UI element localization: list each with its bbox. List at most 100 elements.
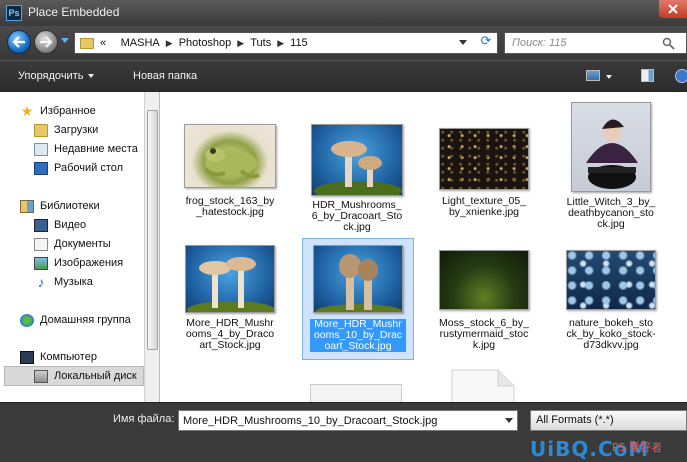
frog-image (203, 148, 260, 179)
arrow-left-icon (12, 36, 25, 48)
watermark-subtext: PS 爱好者 (612, 441, 663, 454)
close-icon (668, 4, 678, 14)
nav-item-label: Музыка (54, 276, 93, 288)
search-icon (662, 37, 675, 50)
chevron-down-icon[interactable] (606, 75, 612, 79)
file-tile-little-witch[interactable]: Little_Witch_3_by_ deathbycanon_sto ck.jpg (555, 92, 667, 230)
local-disk-icon (34, 369, 48, 383)
organize-label: Упорядочить (18, 70, 84, 82)
nav-item-local-disk[interactable]: Локальный диск (34, 367, 137, 385)
nav-item-computer[interactable]: Компьютер (20, 348, 97, 366)
nav-item-downloads[interactable]: Загрузки (34, 121, 98, 139)
file-name: More_HDR_Mushr ooms_4_by_Draco art_Stock.j… (185, 317, 275, 351)
window-title: Place Embedded (28, 5, 120, 19)
downloads-folder-icon (34, 123, 48, 137)
video-icon (34, 218, 48, 232)
file-thumbnail (184, 124, 276, 188)
recent-places-icon (34, 142, 48, 156)
refresh-icon: ⟳ (480, 34, 492, 49)
preview-pane-icon[interactable] (641, 69, 654, 82)
nav-item-label: Недавние места (54, 143, 138, 155)
file-thumbnail (439, 250, 529, 310)
forward-button[interactable] (34, 30, 58, 54)
organize-button[interactable]: Упорядочить (18, 70, 95, 82)
documents-icon (34, 237, 48, 251)
file-thumbnail (566, 250, 656, 310)
chevron-down-icon (88, 74, 95, 79)
chevron-right-icon[interactable]: ▶ (166, 38, 173, 49)
refresh-button[interactable]: ⟳ (478, 34, 494, 50)
nav-item-desktop[interactable]: Рабочий стол (34, 159, 123, 177)
file-tile-moss-stock[interactable]: Moss_stock_6_by_ rustymermaid_stoc k.jpg (428, 240, 540, 370)
desktop-icon (34, 161, 48, 175)
file-thumbnail (439, 128, 529, 190)
computer-icon (20, 350, 34, 364)
file-tile-nature-bokeh[interactable]: nature_bokeh_sto ck_by_koko_stock-d73dkvv… (555, 240, 667, 370)
music-icon: ♪ (37, 273, 45, 290)
file-tile-partial[interactable] (310, 384, 422, 402)
file-tile-light-texture[interactable]: Light_texture_05_ by_xnienke.jpg (428, 112, 540, 242)
witch-image (586, 119, 638, 189)
breadcrumb-overflow[interactable]: « (100, 37, 106, 49)
file-name: Moss_stock_6_by_ rustymermaid_stoc k.jpg (439, 317, 529, 351)
nav-item-label: Домашняя группа (40, 314, 131, 326)
nav-item-images[interactable]: Изображения (34, 254, 123, 272)
file-tile-more-hdr-mushrooms-4[interactable]: More_HDR_Mushr ooms_4_by_Draco art_Stock.j… (174, 240, 286, 370)
nav-item-libraries[interactable]: Библиотеки (20, 197, 100, 215)
back-button[interactable] (7, 30, 31, 54)
file-thumbnail (185, 245, 275, 313)
file-tile-more-hdr-mushrooms-10[interactable]: More_HDR_Mushr ooms_10_by_Drac oart_Stock.… (302, 238, 414, 360)
breadcrumb-item-115[interactable]: 115 (290, 37, 308, 49)
file-tile-generic-document[interactable] (448, 366, 560, 402)
chevron-right-icon[interactable]: ▶ (237, 38, 244, 49)
homegroup-icon (20, 313, 34, 327)
nav-scrollbar[interactable] (144, 92, 159, 402)
file-name: Light_texture_05_ by_xnienke.jpg (441, 195, 527, 218)
search-input[interactable] (512, 37, 662, 49)
address-row: « MASHA ▶ Photoshop ▶ Tuts ▶ 115 ⟳ (0, 26, 687, 60)
close-button[interactable] (659, 0, 687, 18)
photoshop-icon: Ps (6, 5, 22, 21)
nav-item-documents[interactable]: Документы (34, 235, 111, 253)
file-name: More_HDR_Mushr ooms_10_by_Drac oart_Stock.… (310, 319, 406, 352)
nav-item-label: Изображения (54, 257, 124, 269)
address-history-dropdown[interactable] (459, 40, 467, 45)
new-folder-button[interactable]: Новая папка (133, 70, 197, 82)
breadcrumb-item-masha[interactable]: MASHA (121, 37, 160, 49)
nav-item-homegroup[interactable]: Домашняя группа (20, 311, 131, 329)
file-format-select[interactable]: All Formats (*.*) (530, 410, 687, 431)
watermark-logo: UiBQ.CoM PS 爱好者 (530, 435, 687, 462)
file-name-bar: Имя файла: All Formats (*.*) UiBQ.CoM PS… (0, 402, 687, 462)
arrow-right-icon (40, 36, 53, 48)
file-tile-frog[interactable]: frog_stock_163_by _hatestock.jpg (174, 112, 286, 242)
file-thumbnail (311, 124, 403, 196)
change-view-icon[interactable] (586, 70, 600, 81)
file-list: frog_stock_163_by _hatestock.jpg HDR_Mush… (160, 92, 687, 402)
file-thumbnail (571, 102, 651, 192)
help-icon[interactable] (675, 69, 687, 83)
breadcrumb-item-photoshop[interactable]: Photoshop (179, 37, 232, 49)
libraries-icon (20, 199, 34, 213)
nav-item-label: Рабочий стол (54, 162, 124, 174)
file-thumbnail (310, 384, 402, 402)
navigation-pane: ★ Избранное Загрузки Недавние места Рабо… (0, 92, 160, 402)
nav-item-video[interactable]: Видео (34, 216, 86, 234)
nav-item-label: Видео (54, 219, 87, 231)
nav-item-music[interactable]: ♪ Музыка (34, 273, 93, 291)
breadcrumb-item-tuts[interactable]: Tuts (250, 37, 271, 49)
images-icon (34, 256, 48, 270)
address-bar[interactable]: « MASHA ▶ Photoshop ▶ Tuts ▶ 115 (74, 32, 498, 54)
nav-item-label: Локальный диск (54, 370, 137, 382)
chevron-right-icon[interactable]: ▶ (277, 38, 284, 49)
nav-scrollbar-thumb[interactable] (147, 110, 158, 350)
nav-item-favorites[interactable]: ★ Избранное (20, 102, 96, 120)
breadcrumb: « MASHA ▶ Photoshop ▶ Tuts ▶ 115 (100, 37, 308, 49)
file-tile-hdr-mushrooms-6[interactable]: HDR_Mushrooms_ 6_by_Dracoart_Sto ck.jpg (301, 112, 413, 242)
file-name-input[interactable] (178, 410, 518, 431)
recent-pages-dropdown[interactable] (61, 38, 69, 43)
search-box[interactable] (504, 32, 687, 54)
title-bar: Ps Place Embedded (0, 0, 687, 26)
nav-item-recent-places[interactable]: Недавние места (34, 140, 138, 158)
chevron-down-icon[interactable] (505, 418, 513, 423)
command-toolbar: Упорядочить Новая папка (0, 60, 687, 92)
